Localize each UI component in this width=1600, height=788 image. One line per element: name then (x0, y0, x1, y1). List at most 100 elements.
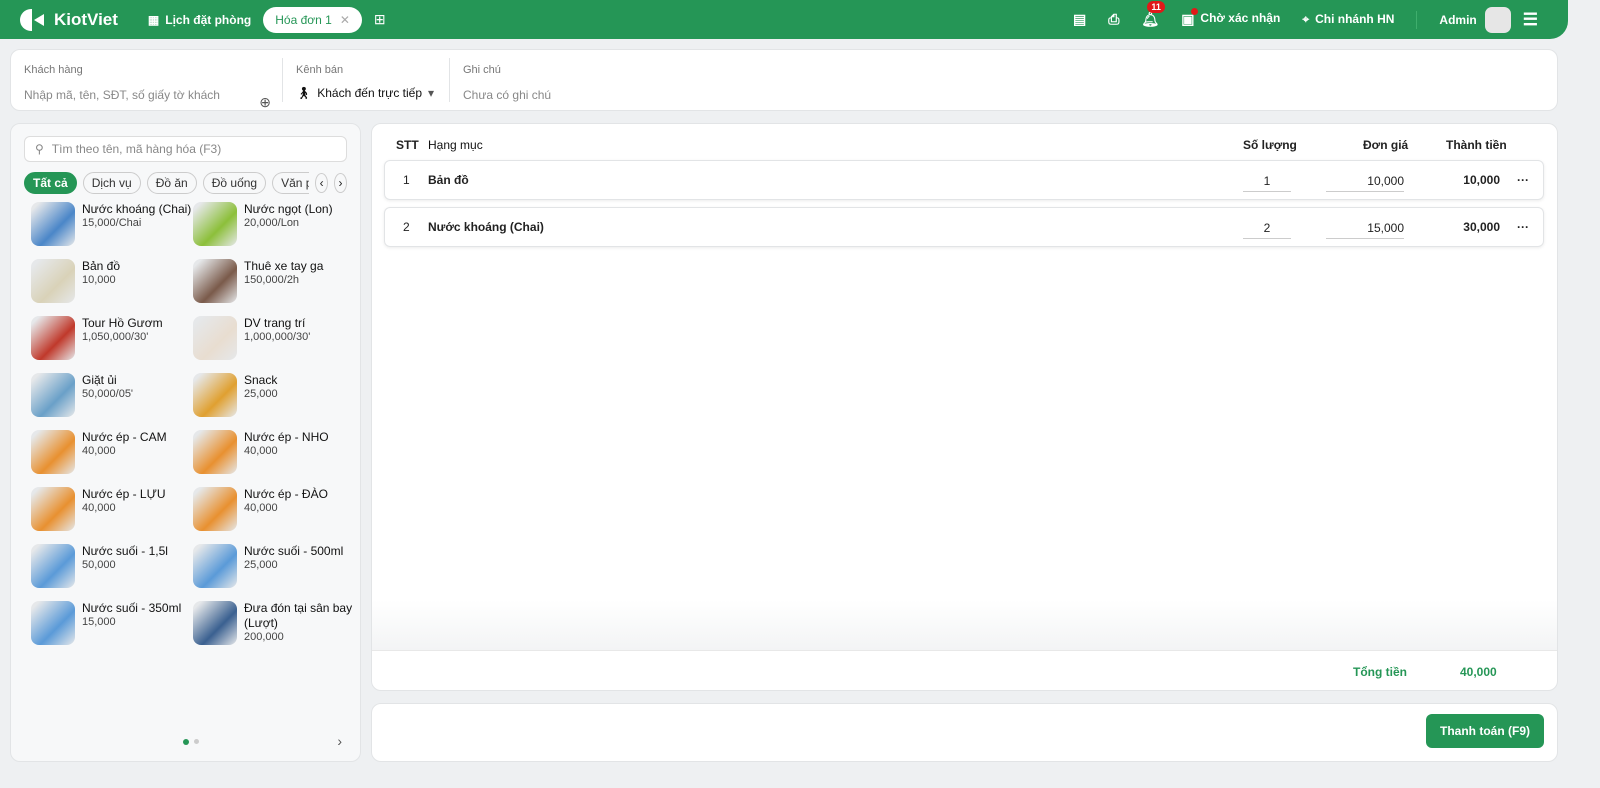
product-card[interactable]: Thuê xe tay ga 150,000/2h (193, 259, 355, 303)
payment-panel: Thanh toán (F9) (371, 703, 1558, 762)
qty-input[interactable]: 1 (1243, 174, 1291, 192)
product-card[interactable]: Nước ép - ĐÀO 40,000 (193, 487, 355, 531)
note-field[interactable]: Ghi chú Chưa có ghi chú (463, 64, 551, 102)
product-name: Nước khoáng (Chai) (82, 202, 192, 216)
product-price: 40,000 (82, 502, 116, 514)
more-icon[interactable]: ··· (1517, 220, 1529, 234)
bell-icon[interactable]: 🔔︎ 11 (1141, 1, 1165, 28)
product-name: Nước suối - 350ml (82, 601, 182, 615)
product-price: 200,000 (244, 631, 284, 643)
booking-link[interactable]: ▦ Lịch đặt phòng (148, 13, 251, 27)
menu-icon[interactable]: ☰ (1523, 10, 1538, 30)
price-input[interactable]: 10,000 (1326, 174, 1404, 192)
category-food[interactable]: Đồ ăn (146, 172, 197, 194)
channel-field[interactable]: Kênh bán 🚶︎ Khách đến trực tiếp ▾ (296, 64, 434, 100)
product-thumbnail (31, 316, 75, 360)
order-row: 2 Nước khoáng (Chai) 2 15,000 30,000 ··· (384, 207, 1544, 247)
product-card[interactable]: Tour Hồ Gươm 1,050,000/30' (31, 316, 193, 360)
product-card[interactable]: Nước ép - LỰU 40,000 (31, 487, 193, 531)
category-services[interactable]: Dịch vụ (82, 172, 141, 194)
row-item: Bản đồ (428, 173, 469, 187)
product-thumbnail (31, 544, 75, 588)
pending-button[interactable]: ▣ Chờ xác nhận (1181, 8, 1280, 28)
product-name: DV trang trí (244, 316, 306, 330)
product-name: Nước suối - 500ml (244, 544, 344, 558)
product-thumbnail (193, 316, 237, 360)
product-name: Nước ép - NHO (244, 430, 329, 444)
logo[interactable]: KiotViet (20, 8, 118, 31)
price-input[interactable]: 15,000 (1326, 221, 1404, 239)
product-search[interactable]: ⚲ Tìm theo tên, mã hàng hóa (F3) (24, 136, 347, 162)
product-price: 40,000 (244, 445, 278, 457)
avatar[interactable] (1484, 6, 1511, 33)
product-price: 50,000 (82, 559, 116, 571)
product-card[interactable]: Đưa đón tại sân bay (Lượt) 200,000 (193, 601, 355, 645)
printer-icon[interactable]: ⎙ (1108, 11, 1119, 28)
product-thumbnail (193, 259, 237, 303)
qty-input[interactable]: 2 (1243, 221, 1291, 239)
product-card[interactable]: Nước khoáng (Chai) 15,000/Chai (31, 202, 193, 246)
user-name[interactable]: Admin (1439, 13, 1476, 27)
product-price: 40,000 (244, 502, 278, 514)
top-bar: KiotViet ▦ Lịch đặt phòng Hóa đơn 1 ✕ ⊞ ▤ … (0, 0, 1568, 39)
notification-badge: 11 (1147, 1, 1165, 13)
product-thumbnail (31, 487, 75, 531)
chevron-right-icon[interactable]: › (334, 173, 347, 193)
product-thumbnail (31, 601, 75, 645)
product-card[interactable]: Nước ép - CAM 40,000 (31, 430, 193, 474)
product-grid: Nước khoáng (Chai) 15,000/Chai Nước ngọt (… (31, 202, 360, 645)
product-name: Tour Hồ Gươm (82, 316, 163, 330)
pagination-dots[interactable] (183, 739, 199, 745)
tab-invoice-1[interactable]: Hóa đơn 1 ✕ (263, 6, 362, 33)
row-item: Nước khoáng (Chai) (428, 220, 544, 234)
product-card[interactable]: Bản đồ 10,000 (31, 259, 193, 303)
chevron-left-icon[interactable]: ‹ (315, 173, 329, 193)
product-card[interactable]: Nước suối - 500ml 25,000 (193, 544, 355, 588)
close-icon[interactable]: ✕ (340, 13, 350, 27)
order-row: 1 Bản đồ 1 10,000 10,000 ··· (384, 160, 1544, 200)
total-label: Tổng tiền (1353, 665, 1407, 679)
product-price: 1,050,000/30' (82, 331, 149, 343)
customer-panel: Khách hàng Nhập mã, tên, SĐT, số giấy tờ… (10, 49, 1558, 111)
product-card[interactable]: Snack 25,000 (193, 373, 355, 417)
note-input[interactable]: Chưa có ghi chú (463, 88, 551, 102)
header-stt: STT (396, 138, 419, 152)
product-card[interactable]: Nước ngọt (Lon) 20,000/Lon (193, 202, 355, 246)
row-total: 30,000 (1463, 220, 1500, 234)
product-name: Thuê xe tay ga (244, 259, 324, 273)
customer-label: Khách hàng (24, 64, 83, 76)
document-icon[interactable]: ▤ (1073, 11, 1086, 28)
next-page-icon[interactable]: › (337, 733, 342, 749)
customer-field[interactable]: Khách hàng Nhập mã, tên, SĐT, số giấy tờ… (24, 64, 271, 110)
header-qty: Số lượng (1243, 138, 1297, 152)
product-name: Giặt ủi (82, 373, 117, 387)
product-thumbnail (31, 259, 75, 303)
pay-button[interactable]: Thanh toán (F9) (1426, 714, 1544, 748)
product-name: Bản đồ (82, 259, 121, 273)
add-invoice-icon[interactable]: ⊞ (374, 11, 386, 28)
category-drinks[interactable]: Đồ uống (202, 172, 267, 194)
product-price: 15,000/Chai (82, 217, 142, 229)
product-card[interactable]: Nước ép - NHO 40,000 (193, 430, 355, 474)
tab-label: Hóa đơn 1 (275, 12, 332, 27)
customer-input[interactable]: Nhập mã, tên, SĐT, số giấy tờ khách (24, 88, 269, 102)
more-icon[interactable]: ··· (1517, 173, 1529, 187)
header-total: Thành tiền (1446, 138, 1507, 152)
add-customer-icon[interactable]: ⊕ (259, 94, 271, 111)
location-icon: ⌖ (1302, 12, 1310, 26)
channel-value: Khách đến trực tiếp (317, 86, 422, 100)
product-name: Nước suối - 1,5l (82, 544, 168, 558)
row-stt: 2 (403, 220, 410, 234)
product-card[interactable]: Nước suối - 350ml 15,000 (31, 601, 193, 645)
category-stationery[interactable]: Văn phò (272, 172, 310, 194)
category-all[interactable]: Tất cả (24, 172, 77, 194)
divider (1416, 10, 1418, 29)
product-card[interactable]: Nước suối - 1,5l 50,000 (31, 544, 193, 588)
product-thumbnail (193, 487, 237, 531)
product-price: 50,000/05' (82, 388, 134, 400)
branch-selector[interactable]: ⌖ Chi nhánh HN (1302, 12, 1394, 27)
product-card[interactable]: DV trang trí 1,000,000/30' (193, 316, 355, 360)
product-card[interactable]: Giặt ủi 50,000/05' (31, 373, 193, 417)
product-thumbnail (31, 373, 75, 417)
booking-label: Lịch đặt phòng (165, 12, 252, 27)
